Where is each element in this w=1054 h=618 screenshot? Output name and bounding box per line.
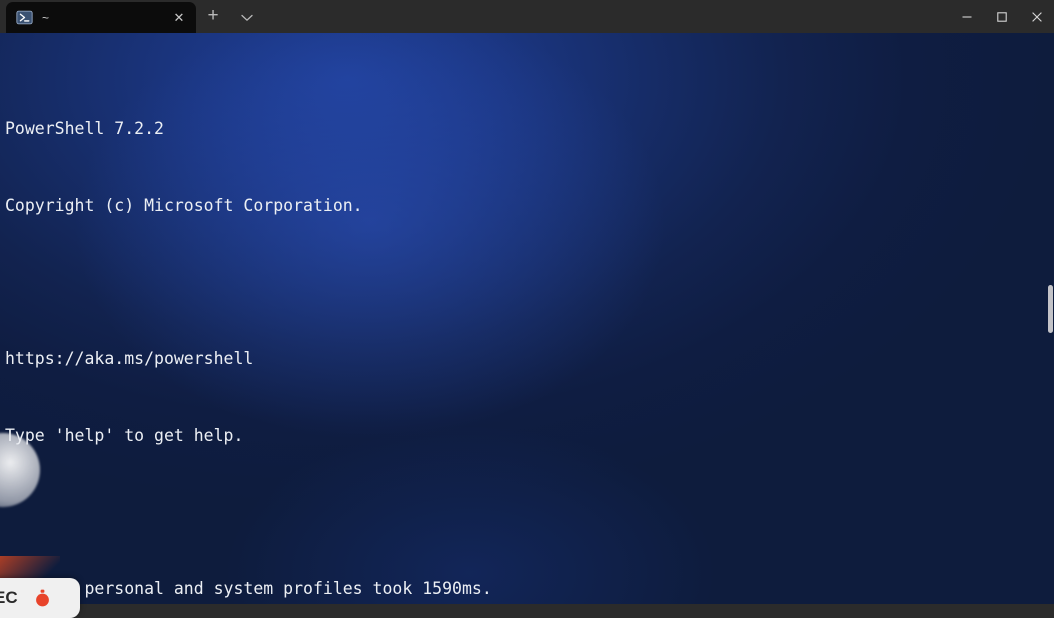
maximize-icon[interactable] [984,0,1019,33]
terminal-viewport[interactable]: PowerShell 7.2.2 Copyright (c) Microsoft… [0,33,1054,604]
close-icon[interactable] [1019,0,1054,33]
terminal-tab[interactable]: ~ ✕ [6,2,196,33]
output-blank-line [5,269,492,295]
terminal-window: ~ ✕ + [0,0,1054,604]
recording-widget-label: EC [0,588,18,608]
scrollbar-thumb[interactable] [1048,285,1053,333]
tab-title: ~ [42,11,168,25]
record-icon[interactable] [34,589,51,607]
recording-widget[interactable]: EC [0,578,80,618]
titlebar-drag-region[interactable] [264,0,949,33]
output-line: PowerShell 7.2.2 [5,116,492,142]
terminal-output: PowerShell 7.2.2 Copyright (c) Microsoft… [0,33,492,604]
new-tab-button[interactable]: + [196,0,230,33]
tab-strip: ~ ✕ + [0,0,264,33]
output-line: Type 'help' to get help. [5,423,492,449]
minimize-icon[interactable] [949,0,984,33]
close-icon[interactable]: ✕ [168,7,190,29]
scrollbar[interactable] [1048,33,1054,604]
powershell-icon [16,9,33,26]
output-line: Copyright (c) Microsoft Corporation. [5,193,492,219]
window-controls [949,0,1054,33]
output-blank-line [5,500,492,526]
title-bar: ~ ✕ + [0,0,1054,33]
output-line: https://aka.ms/powershell [5,346,492,372]
chevron-down-icon[interactable] [230,2,264,33]
